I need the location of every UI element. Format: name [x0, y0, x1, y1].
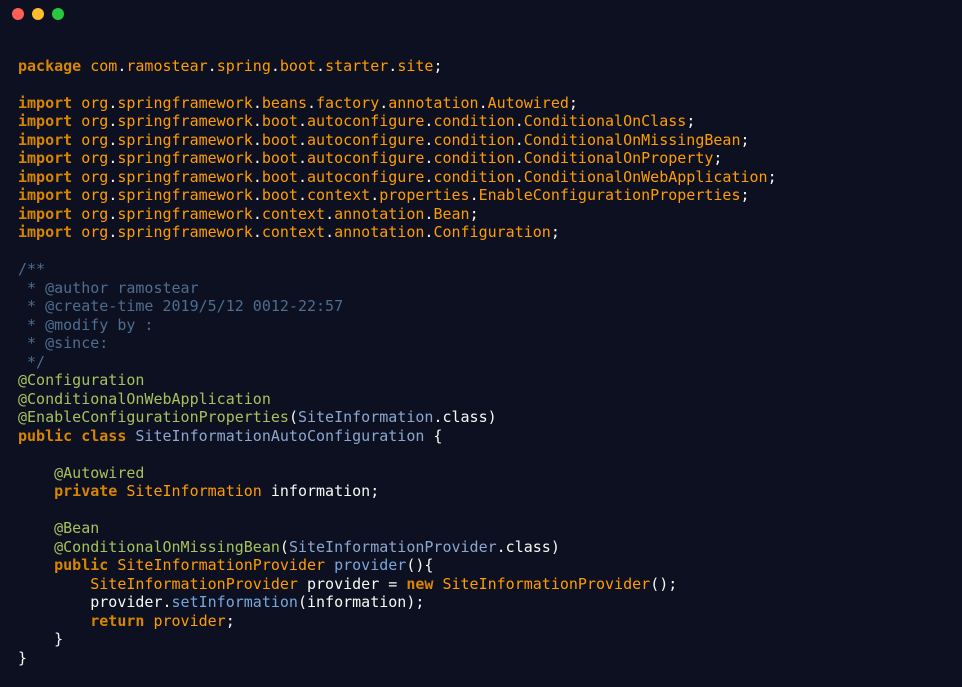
line: package com.ramostear.spring.boot.starte…: [18, 57, 442, 75]
line: import org.springframework.boot.autoconf…: [18, 112, 695, 130]
package-path: com.ramostear.spring.boot.starter.site: [90, 57, 433, 75]
line: public SiteInformationProvider provider(…: [54, 556, 433, 574]
line: @EnableConfigurationProperties(SiteInfor…: [18, 408, 497, 426]
minimize-icon[interactable]: [32, 8, 44, 20]
line: provider.setInformation(information);: [90, 593, 424, 611]
line: import org.springframework.boot.autoconf…: [18, 168, 777, 186]
code-window: package com.ramostear.spring.boot.starte…: [0, 0, 962, 687]
annotation-bean: @Bean: [54, 519, 99, 537]
line: import org.springframework.boot.autoconf…: [18, 131, 750, 149]
line: import org.springframework.beans.factory…: [18, 94, 578, 112]
keyword-package: package: [18, 57, 81, 75]
line: import org.springframework.boot.context.…: [18, 186, 750, 204]
close-icon[interactable]: [12, 8, 24, 20]
annotation-configuration: @Configuration: [18, 371, 144, 389]
line: @ConditionalOnMissingBean(SiteInformatio…: [54, 538, 560, 556]
javadoc: /** * @author ramostear * @create-time 2…: [18, 260, 343, 371]
line: import org.springframework.context.annot…: [18, 205, 479, 223]
line: import org.springframework.boot.autoconf…: [18, 149, 722, 167]
line: import org.springframework.context.annot…: [18, 223, 560, 241]
line: return provider;: [90, 612, 235, 630]
line: SiteInformationProvider provider = new S…: [90, 575, 677, 593]
annotation-cowa: @ConditionalOnWebApplication: [18, 390, 271, 408]
titlebar: [0, 0, 962, 28]
line: private SiteInformation information;: [54, 482, 379, 500]
code-area: package com.ramostear.spring.boot.starte…: [0, 28, 962, 677]
zoom-icon[interactable]: [52, 8, 64, 20]
annotation-autowired: @Autowired: [54, 464, 144, 482]
class-name: SiteInformationAutoConfiguration: [135, 427, 424, 445]
line: public class SiteInformationAutoConfigur…: [18, 427, 442, 445]
